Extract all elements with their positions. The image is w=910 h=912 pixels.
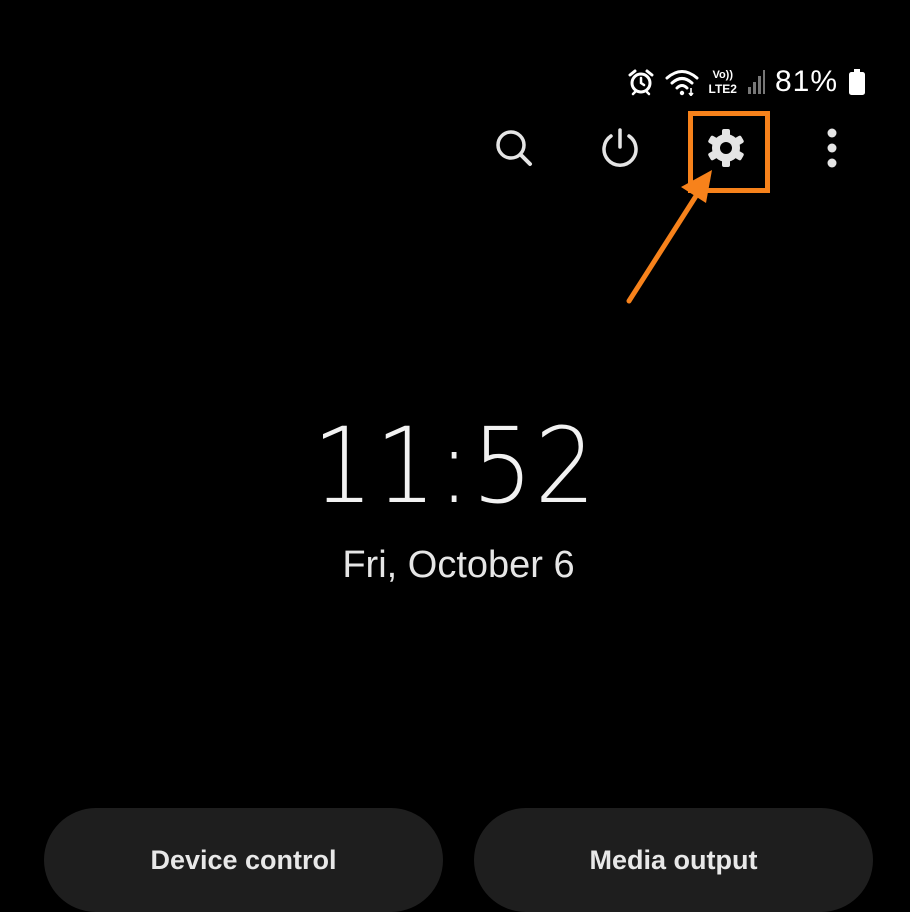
signal-icon (747, 69, 765, 95)
battery-icon (848, 68, 866, 96)
power-button[interactable] (582, 112, 658, 188)
power-icon (598, 126, 642, 175)
search-icon (492, 126, 536, 175)
settings-gear-icon (705, 127, 747, 174)
quick-toolbar (0, 112, 910, 192)
search-button[interactable] (476, 112, 552, 188)
battery-percent: 81% (774, 65, 838, 98)
more-options-button[interactable] (794, 112, 870, 188)
alarm-icon (627, 68, 655, 96)
more-options-icon (826, 127, 838, 174)
wifi-icon (665, 68, 699, 96)
volte-label: Vo)) (712, 68, 734, 81)
lockscreen-date: Fri, October 6 (342, 544, 575, 586)
device-control-button[interactable]: Device control (44, 808, 443, 912)
media-output-button[interactable]: Media output (474, 808, 873, 912)
lte2-label: LTE2 (708, 81, 737, 96)
lockscreen-clock: 11:52 (312, 405, 598, 527)
volte-lte2-icon: Vo)) LTE2 (708, 68, 737, 96)
settings-button[interactable] (688, 112, 764, 188)
status-bar: Vo)) LTE2 81% (627, 62, 867, 102)
